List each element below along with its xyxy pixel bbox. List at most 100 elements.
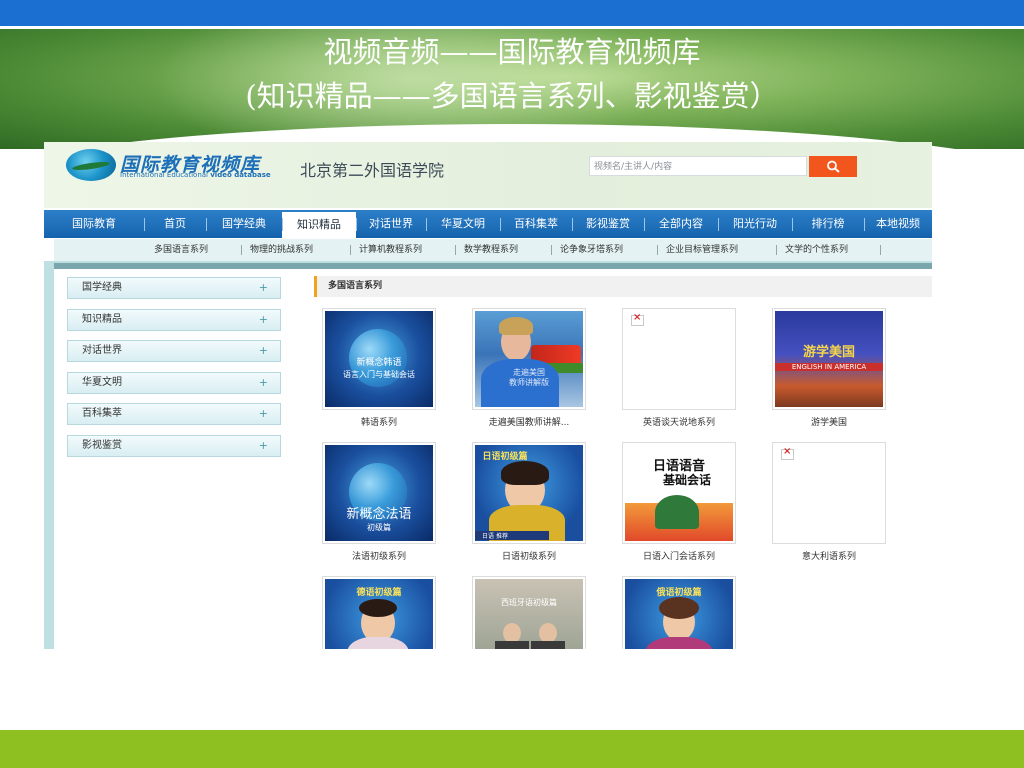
thumb-text: 西班牙语初级篇 (501, 598, 557, 607)
thumb-text: 德语初级篇 (356, 588, 402, 598)
expand-icon[interactable]: + (259, 436, 268, 456)
video-caption[interactable]: 日语初级系列 (459, 549, 599, 562)
section-title: 多国语言系列 (328, 281, 383, 291)
nav-separator (500, 218, 501, 231)
expand-icon[interactable]: + (259, 404, 268, 424)
nav-separator (144, 218, 145, 231)
logo-globe-icon[interactable] (66, 149, 116, 181)
nav-separator (864, 218, 865, 231)
video-thumb-study-usa[interactable]: 游学美国 ENGLISH IN AMERICA (772, 308, 886, 410)
subnav-separator (455, 245, 456, 255)
slide-title: 视频音频——国际教育视频库 (知识精品——多国语言系列、影视鉴赏） (0, 30, 1024, 118)
search-button[interactable] (809, 156, 857, 177)
nav-item[interactable]: 百科集萃 (500, 210, 572, 238)
video-thumb-korean[interactable]: 新概念韩语 语言入门与基础会话 (322, 308, 436, 410)
sidebar-item[interactable]: 华夏文明 + (67, 371, 281, 394)
video-thumb-russian[interactable]: 俄语初级篇 (622, 576, 736, 649)
subnav-item[interactable]: 数学教程系列 (464, 239, 518, 261)
subnav-item[interactable]: 论争象牙塔系列 (560, 239, 623, 261)
left-border (44, 261, 54, 649)
nav-item[interactable]: 本地视频 (864, 210, 932, 238)
nav-separator (282, 218, 283, 231)
video-caption[interactable]: 游学美国 (759, 415, 899, 428)
sidebar-item-label: 国学经典 (82, 282, 122, 293)
subnav-item[interactable]: 企业目标管理系列 (666, 239, 738, 261)
sidebar-item-label: 华夏文明 (82, 376, 122, 388)
video-thumb-french[interactable]: 新概念法语 初级篇 (322, 442, 436, 544)
nav-separator (426, 218, 427, 231)
thumb-text: 基础会话 (662, 473, 711, 487)
sidebar-item[interactable]: 对话世界 + (67, 340, 281, 363)
nav-item[interactable]: 国际教育 (44, 210, 144, 238)
subnav-item[interactable]: 多国语言系列 (154, 239, 208, 261)
sidebar-item[interactable]: 百科集萃 + (67, 403, 281, 426)
expand-icon[interactable]: + (259, 310, 268, 330)
school-name: 北京第二外国语学院 (300, 161, 445, 180)
thumb-text: 日语 推荐 (475, 531, 549, 540)
subnav-separator (241, 245, 242, 255)
nav-item[interactable]: 排行榜 (792, 210, 864, 238)
slide-title-line2: (知识精品——多国语言系列、影视鉴赏） (245, 79, 779, 113)
search-input[interactable]: 视频名/主讲人/内容 (589, 156, 807, 176)
thumb-text: ENGLISH IN AMERICA (775, 363, 883, 371)
section-header: 多国语言系列 (314, 276, 932, 297)
nav-item[interactable]: 阳光行动 (718, 210, 792, 238)
site-logo-subtitle: International Educational video database (120, 171, 271, 179)
sidebar-item[interactable]: 影视鉴赏 + (67, 435, 281, 457)
sidebar-item[interactable]: 知识精品 + (67, 308, 281, 331)
sub-nav: 多国语言系列 物理的挑战系列 计算机教程系列 数学教程系列 论争象牙塔系列 企业目标管理系… (54, 239, 932, 263)
thumb-text: 初级篇 (367, 523, 391, 532)
nav-separator (792, 218, 793, 231)
video-thumb-german[interactable]: 德语初级篇 (322, 576, 436, 649)
subnav-separator (776, 245, 777, 255)
site-header: 国际教育视频库 International Educational video … (44, 142, 932, 208)
video-caption[interactable]: 意大利语系列 (759, 549, 899, 562)
video-caption[interactable]: 日语入门会话系列 (609, 549, 749, 562)
nav-separator (718, 218, 719, 231)
nav-separator (644, 218, 645, 231)
slide-top-bar (0, 0, 1024, 29)
nav-item[interactable]: 国学经典 (206, 210, 282, 238)
sidebar-item-label: 百科集萃 (82, 408, 122, 420)
sidebar-item[interactable]: 国学经典 + (67, 277, 281, 299)
website-screenshot: 国际教育视频库 International Educational video … (44, 142, 932, 649)
nav-item[interactable]: 全部内容 (644, 210, 718, 238)
main-nav: 国际教育 首页 国学经典 知识精品 对话世界 华夏文明 百科集萃 影视鉴赏 全部内容 阳光行动 排行… (44, 210, 932, 238)
video-caption[interactable]: 英语谈天说地系列 (609, 415, 749, 428)
video-thumb-japanese-beginner[interactable]: 日语初级篇 日语 推荐 (472, 442, 586, 544)
subnav-item[interactable]: 计算机教程系列 (359, 239, 422, 261)
sidebar-item-label: 影视鉴赏 (82, 440, 122, 451)
nav-item[interactable]: 首页 (144, 210, 206, 238)
thumb-text: 日语初级篇 (482, 452, 528, 462)
video-caption[interactable]: 走遍美国教师讲解... (459, 415, 599, 428)
video-thumb-spanish[interactable]: 西班牙语初级篇 (472, 576, 586, 649)
nav-separator (206, 218, 207, 231)
section-marker (314, 276, 317, 297)
sidebar: 国学经典 + 知识精品 + 对话世界 + 华夏文明 + 百科集萃 + 影视鉴赏 + (54, 269, 289, 649)
video-caption[interactable]: 韩语系列 (309, 415, 449, 428)
broken-image-icon (781, 446, 794, 460)
expand-icon[interactable]: + (259, 341, 268, 361)
subnav-separator (551, 245, 552, 255)
subnav-item[interactable]: 文学的个性系列 (785, 239, 848, 261)
video-thumb-japanese-conversation[interactable]: 日语语音 基础会话 (622, 442, 736, 544)
expand-icon[interactable]: + (259, 278, 268, 298)
expand-icon[interactable]: + (259, 373, 268, 393)
search-icon (827, 160, 840, 173)
sidebar-item-label: 对话世界 (82, 345, 122, 357)
video-thumb-america[interactable]: 走遍美国 教师讲解版 (472, 308, 586, 410)
video-thumb-english[interactable] (622, 308, 736, 410)
thumb-text: 新概念韩语 (356, 358, 402, 368)
sidebar-item-label: 知识精品 (82, 313, 122, 325)
subnav-separator (657, 245, 658, 255)
nav-item[interactable]: 知识精品 (282, 212, 356, 238)
nav-item[interactable]: 华夏文明 (426, 210, 500, 238)
thumb-text: 新概念法语 (346, 507, 412, 522)
subnav-item[interactable]: 物理的挑战系列 (250, 239, 313, 261)
video-caption[interactable]: 法语初级系列 (309, 549, 449, 562)
slide-bottom-bar (0, 730, 1024, 768)
nav-item[interactable]: 影视鉴赏 (572, 210, 644, 238)
video-thumb-italian[interactable] (772, 442, 886, 544)
nav-item[interactable]: 对话世界 (356, 210, 426, 238)
slide-title-line1: 视频音频——国际教育视频库 (323, 35, 701, 69)
